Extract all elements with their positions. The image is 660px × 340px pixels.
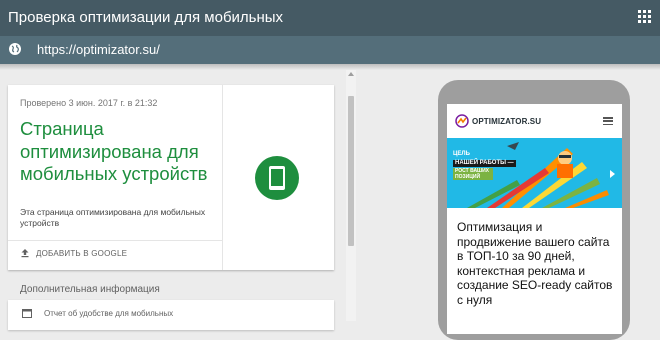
carousel-next-icon[interactable]: [610, 170, 615, 178]
app-header: Проверка оптимизации для мобильных: [0, 0, 660, 36]
scroll-up-icon[interactable]: [348, 72, 354, 76]
globe-icon: [9, 43, 21, 55]
results-pane: Проверено 3 июн. 2017 г. в 21:32 Страниц…: [0, 70, 346, 330]
scrollbar[interactable]: [346, 70, 356, 321]
banner-line-1: ЦЕЛЬ: [453, 151, 470, 157]
browser-icon: [22, 309, 32, 318]
promo-banner: ЦЕЛЬ НАШЕЙ РАБОТЫ — РОСТ ВАШИХ ПОЗИЦИЙ: [447, 138, 622, 208]
banner-line-2: НАШЕЙ РАБОТЫ —: [453, 160, 516, 167]
add-to-google-button[interactable]: ДОБАВИТЬ В GOOGLE: [20, 246, 127, 260]
more-info-title: Дополнительная информация: [20, 284, 160, 295]
apps-grid-icon[interactable]: [638, 10, 652, 24]
result-description: Эта страница оптимизирована для мобильны…: [20, 207, 206, 228]
mobile-usability-report-link[interactable]: Отчет об удобстве для мобильных: [22, 309, 173, 318]
banner-line-3: РОСТ ВАШИХ ПОЗИЦИЙ: [453, 168, 493, 180]
smartphone-icon: [269, 166, 285, 190]
more-info-card: Отчет об удобстве для мобильных: [8, 300, 334, 330]
scroll-thumb[interactable]: [348, 96, 354, 246]
checked-timestamp: Проверено 3 июн. 2017 г. в 21:32: [20, 98, 158, 108]
url-bar: https://optimizator.su/: [0, 36, 660, 64]
upload-icon: [21, 249, 29, 258]
mobile-friendly-badge: [255, 156, 299, 200]
result-headline: Страница оптимизирована для мобильных ус…: [20, 118, 208, 184]
divider: [222, 85, 223, 270]
app-title: Проверка оптимизации для мобильных: [8, 9, 284, 26]
divider: [8, 240, 222, 241]
result-card: Проверено 3 июн. 2017 г. в 21:32 Страниц…: [8, 85, 334, 270]
logo-text: OPTIMIZATOR.SU: [472, 116, 542, 126]
preview-pane: OPTIMIZATOR.SU ЦЕЛЬ НАШЕЙ РАБОТЫ — РОСТ …: [356, 70, 660, 340]
phone-frame: OPTIMIZATOR.SU ЦЕЛЬ НАШЕЙ РАБОТЫ — РОСТ …: [438, 80, 630, 340]
hamburger-menu-icon[interactable]: [603, 117, 613, 125]
site-logo: OPTIMIZATOR.SU: [455, 114, 541, 128]
page-preview: OPTIMIZATOR.SU ЦЕЛЬ НАШЕЙ РАБОТЫ — РОСТ …: [447, 104, 622, 334]
tested-url[interactable]: https://optimizator.su/: [37, 42, 160, 57]
logo-icon: [455, 114, 469, 128]
site-header: OPTIMIZATOR.SU: [447, 104, 622, 138]
report-label: Отчет об удобстве для мобильных: [44, 309, 174, 318]
site-hero-text: Оптимизация и продвижение вашего сайта в…: [457, 220, 613, 307]
add-to-google-label: ДОБАВИТЬ В GOOGLE: [36, 248, 128, 258]
